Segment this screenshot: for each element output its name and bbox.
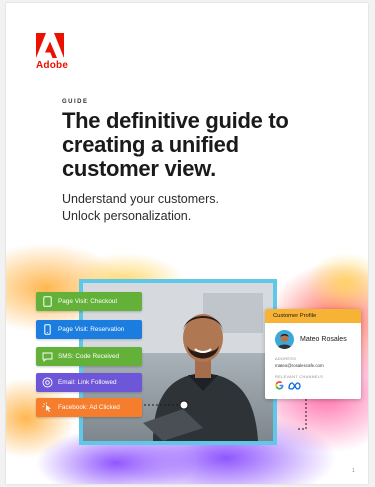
click-icon bbox=[42, 402, 53, 413]
subtitle: Understand your customers. Unlock person… bbox=[62, 191, 219, 225]
customer-email: mateo@rosalescafe.com bbox=[275, 363, 324, 368]
event-label: Page Visit: Checkout bbox=[58, 298, 118, 305]
adobe-logo-icon bbox=[36, 33, 64, 58]
address-label: ADDRESS bbox=[275, 357, 297, 361]
card-header: Customer Profile bbox=[265, 309, 361, 323]
guide-cover: Adobe GUIDE The definitive guide to crea… bbox=[6, 3, 368, 484]
event-label: Facebook: Ad Clicked bbox=[58, 404, 120, 411]
event-pill-reservation: Page Visit: Reservation bbox=[36, 320, 142, 339]
channel-icons bbox=[275, 381, 301, 390]
chat-icon bbox=[42, 351, 53, 362]
at-icon bbox=[42, 377, 53, 388]
avatar bbox=[275, 330, 294, 349]
channels-label: RELEVANT CHANNELS bbox=[275, 375, 324, 379]
event-pill-facebook: Facebook: Ad Clicked bbox=[36, 398, 142, 417]
eyebrow-label: GUIDE bbox=[62, 99, 89, 105]
subtitle-line-2: Unlock personalization. bbox=[62, 209, 192, 223]
page-title: The definitive guide to creating a unifi… bbox=[62, 108, 289, 181]
google-icon bbox=[275, 381, 284, 390]
event-label: SMS: Code Received bbox=[58, 353, 120, 360]
event-pill-email: Email: Link Followed bbox=[36, 373, 142, 392]
page-number: 1 bbox=[352, 468, 355, 474]
event-label: Email: Link Followed bbox=[58, 379, 117, 386]
event-label: Page Visit: Reservation bbox=[58, 326, 125, 333]
connector-line-card bbox=[298, 399, 307, 430]
customer-profile-card: Customer Profile Mateo Rosales ADDRESS m… bbox=[265, 309, 361, 399]
event-pill-sms: SMS: Code Received bbox=[36, 347, 142, 366]
subtitle-line-1: Understand your customers. bbox=[62, 192, 220, 206]
meta-icon bbox=[288, 381, 301, 390]
tablet-icon bbox=[42, 296, 53, 307]
phone-icon bbox=[42, 324, 53, 335]
event-pill-checkout: Page Visit: Checkout bbox=[36, 292, 142, 311]
brand-name: Adobe bbox=[36, 60, 69, 71]
customer-name: Mateo Rosales bbox=[300, 336, 347, 343]
